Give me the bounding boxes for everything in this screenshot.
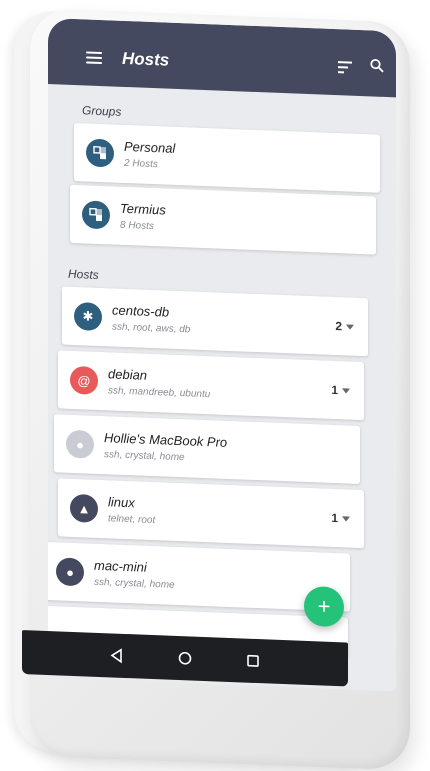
host-item-linux[interactable]: ▲ linux telnet, root 1 (58, 478, 364, 549)
add-host-button[interactable]: + (304, 585, 344, 628)
page-title: Hosts (122, 48, 170, 70)
host-session-count: 2 (335, 319, 342, 334)
group-host-count: 8 Hosts (120, 219, 154, 233)
apple-icon: ● (56, 557, 84, 587)
host-tags: telnet, root (108, 513, 156, 527)
host-title: mac-mini (94, 557, 147, 575)
group-host-count: 2 Hosts (124, 157, 158, 171)
host-title: Hollie's MacBook Pro (104, 430, 228, 450)
groups-section-label: Groups (82, 103, 122, 119)
group-title: Termius (120, 200, 166, 218)
apple-icon: ● (66, 429, 94, 459)
app-toolbar: Hosts (48, 18, 396, 98)
sort-icon[interactable] (338, 61, 352, 74)
chevron-down-icon[interactable] (342, 388, 350, 394)
group-item-personal[interactable]: Personal 2 Hosts (74, 122, 380, 193)
host-item-hollies-macbook-pro[interactable]: ● Hollie's MacBook Pro ssh, crystal, hom… (54, 414, 360, 484)
group-icon (86, 138, 114, 168)
group-icon (82, 200, 110, 230)
search-icon[interactable] (370, 58, 384, 73)
host-title: linux (108, 494, 135, 511)
host-title: debian (108, 366, 148, 383)
hosts-section-label: Hosts (68, 266, 99, 282)
host-session-count: 1 (331, 510, 338, 526)
host-session-count: 1 (331, 382, 338, 398)
host-tags: ssh, root, aws, db (112, 321, 191, 336)
linux-icon: ▲ (70, 493, 98, 523)
host-tags: ssh, mandreeb, ubuntu (108, 385, 211, 401)
host-title: centos-db (112, 302, 170, 320)
chevron-down-icon[interactable] (342, 516, 350, 522)
chevron-down-icon[interactable] (346, 324, 354, 330)
host-tags: ssh, crystal, home (94, 576, 175, 591)
host-item-debian[interactable]: @ debian ssh, mandreeb, ubuntu 1 (58, 350, 364, 421)
host-tags: ssh, crystal, home (104, 449, 185, 464)
hamburger-menu-icon[interactable] (86, 51, 102, 65)
centos-icon: ✱ (74, 301, 102, 332)
back-icon[interactable] (108, 646, 126, 665)
app-screen: Hosts Groups Personal 2 Hosts Termius 8 … (48, 18, 396, 692)
home-icon[interactable] (176, 649, 194, 668)
host-item-centos-db[interactable]: ✱ centos-db ssh, root, aws, db 2 (62, 286, 368, 357)
group-title: Personal (124, 138, 176, 156)
recent-apps-icon[interactable] (244, 652, 262, 671)
group-item-termius[interactable]: Termius 8 Hosts (70, 184, 376, 255)
debian-icon: @ (70, 365, 98, 395)
